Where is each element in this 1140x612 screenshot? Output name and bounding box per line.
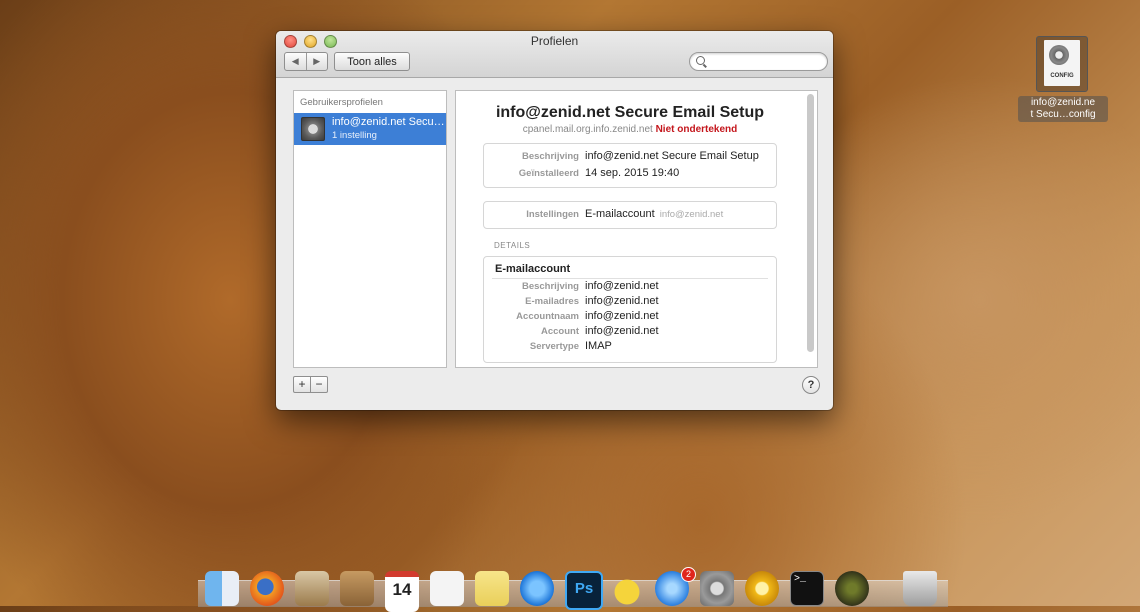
profile-title: info@zenid.net Secure Email Setup xyxy=(495,104,765,121)
profile-source: cpanel.mail.org.info.zenid.net xyxy=(522,124,653,135)
email-row-value: info@zenid.net xyxy=(585,325,659,337)
divider xyxy=(492,278,768,279)
email-row: Account info@zenid.net xyxy=(484,325,659,337)
system-preferences-icon[interactable] xyxy=(700,571,734,606)
summary-value: info@zenid.net Secure Email Setup xyxy=(585,150,759,162)
notes-icon[interactable] xyxy=(475,571,509,606)
signature-status: Niet ondertekend xyxy=(655,124,738,135)
config-badge-text: CONFIG xyxy=(1050,73,1074,79)
itunes-icon[interactable] xyxy=(520,571,554,606)
desktop-file-name-line2: t Secu…config xyxy=(1030,109,1096,120)
search-input[interactable] xyxy=(689,52,828,71)
remove-profile-button[interactable]: − xyxy=(311,376,328,393)
radar-icon[interactable] xyxy=(835,571,869,606)
back-button[interactable]: ◀ xyxy=(285,53,307,70)
desktop-file-name-line1: info@zenid.ne xyxy=(1030,97,1096,108)
summary-row-description: Beschrijving info@zenid.net Secure Email … xyxy=(484,150,759,162)
profile-item-subtitle: 1 instelling xyxy=(332,130,377,141)
add-profile-button[interactable]: + xyxy=(293,376,311,393)
summary-row-installed: Geïnstalleerd 14 sep. 2015 19:40 xyxy=(484,167,679,179)
summary-key: Beschrijving xyxy=(521,151,579,162)
summary-key: Geïnstalleerd xyxy=(518,168,579,179)
email-row-value: info@zenid.net xyxy=(585,280,659,292)
settings-value: E-mailaccount xyxy=(585,208,655,220)
email-row-key: Accountnaam xyxy=(516,311,579,322)
vlc-icon[interactable] xyxy=(745,571,779,606)
email-row-key: Servertype xyxy=(529,341,579,352)
config-gear-icon xyxy=(301,117,325,141)
email-row-value: info@zenid.net xyxy=(585,310,659,322)
email-row-key: Account xyxy=(541,326,579,337)
terminal-icon[interactable]: >_ xyxy=(790,571,824,606)
add-remove-control: + − xyxy=(293,376,328,393)
window-title: Profielen xyxy=(530,34,579,48)
trash-icon[interactable] xyxy=(903,571,937,606)
summary-value: 14 sep. 2015 19:40 xyxy=(585,167,680,179)
profile-list-item[interactable]: info@zenid.net Secu… 1 instelling xyxy=(294,113,446,145)
detail-scrollbar[interactable] xyxy=(807,94,814,352)
profile-source-line: cpanel.mail.org.info.zenid.net Niet onde… xyxy=(456,124,804,135)
profiles-list-header: Gebruikersprofielen xyxy=(300,97,383,108)
profiles-window: Profielen ◀ ▶ Toon alles Gebruikersprofi… xyxy=(276,31,833,410)
help-button[interactable]: ? xyxy=(802,376,820,394)
calendar-day: 14 xyxy=(392,580,412,599)
firefox-icon[interactable] xyxy=(250,571,284,606)
contacts-icon[interactable] xyxy=(340,571,374,606)
config-file-icon: CONFIG xyxy=(1036,36,1088,92)
profile-item-title: info@zenid.net Secu… xyxy=(332,116,444,128)
profiles-list: Gebruikersprofielen info@zenid.net Secu…… xyxy=(293,90,447,368)
search-icon xyxy=(696,56,705,65)
email-row: Accountnaam info@zenid.net xyxy=(484,310,659,322)
desktop-config-file[interactable]: CONFIG info@zenid.ne t Secu…config xyxy=(1018,36,1108,122)
show-all-button[interactable]: Toon alles xyxy=(334,52,410,71)
settings-row: Instellingen E-mailaccount info@zenid.net xyxy=(484,208,723,220)
email-account-header: E-mailaccount xyxy=(495,263,571,275)
email-row: E-mailadres info@zenid.net xyxy=(484,295,659,307)
back-forward-control: ◀ ▶ xyxy=(284,52,328,71)
settings-extra: info@zenid.net xyxy=(659,209,724,220)
mail-icon[interactable] xyxy=(295,571,329,606)
email-row-key: Beschrijving xyxy=(521,281,579,292)
email-account-box: E-mailaccount Beschrijving info@zenid.net… xyxy=(483,256,777,363)
email-row-value: IMAP xyxy=(585,340,612,352)
email-row-key: E-mailadres xyxy=(525,296,579,307)
forward-button[interactable]: ▶ xyxy=(307,53,328,70)
gear-icon xyxy=(1049,45,1069,65)
summary-box: Beschrijving info@zenid.net Secure Email … xyxy=(483,143,777,188)
photoshop-icon[interactable]: Ps xyxy=(565,571,603,610)
window-titlebar: Profielen ◀ ▶ Toon alles xyxy=(276,31,833,78)
details-section-label: DETAILS xyxy=(494,241,531,250)
profile-detail-panel: info@zenid.net Secure Email Setup cpanel… xyxy=(455,90,818,368)
email-row-value: info@zenid.net xyxy=(585,295,659,307)
settings-key: Instellingen xyxy=(526,209,579,220)
app-store-badge: 2 xyxy=(681,567,696,582)
settings-box: Instellingen E-mailaccount info@zenid.net xyxy=(483,201,777,229)
email-row: Servertype IMAP xyxy=(484,340,612,352)
reminders-icon[interactable] xyxy=(430,571,464,606)
email-row: Beschrijving info@zenid.net xyxy=(484,280,659,292)
desktop-file-name: info@zenid.ne t Secu…config xyxy=(1018,96,1108,122)
finder-icon[interactable] xyxy=(205,571,239,606)
cyberduck-icon[interactable] xyxy=(610,571,644,606)
